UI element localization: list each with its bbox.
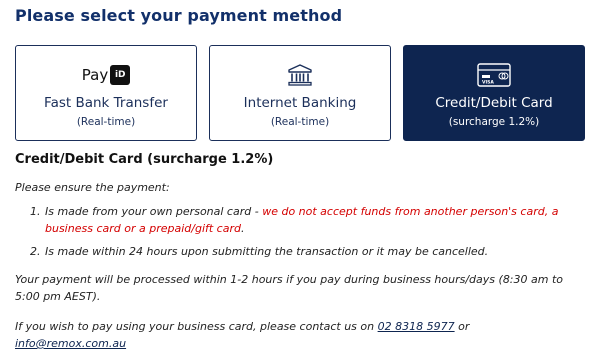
payment-method-page: Please select your payment method Pay iD… [0, 0, 599, 359]
phone-link[interactable]: 02 8318 5977 [378, 320, 455, 333]
payment-option-credit-debit-card[interactable]: VISA Credit/Debit Card (surcharge 1.2%) [403, 45, 585, 141]
contact-note: If you wish to pay using your business c… [15, 318, 585, 352]
payment-option-fast-bank-transfer[interactable]: Pay iD Fast Bank Transfer (Real-time) [15, 45, 197, 141]
payment-option-subtitle: (Real-time) [270, 116, 330, 128]
credit-card-icon: VISA [477, 63, 511, 87]
processing-note: Your payment will be processed within 1-… [15, 273, 564, 303]
payid-logo-text: Pay [81, 66, 109, 84]
list-item: 1. Is made from your own personal card -… [30, 203, 575, 237]
payment-option-title: Credit/Debit Card [435, 95, 553, 111]
payment-option-subtitle: (Real-time) [76, 116, 136, 128]
payment-option-title: Fast Bank Transfer [44, 95, 168, 111]
page-title: Please select your payment method [15, 6, 343, 25]
email-link[interactable]: info@remox.com.au [15, 337, 126, 350]
list-item-number: 2. [30, 245, 41, 258]
contact-text: If you wish to pay using your business c… [15, 320, 378, 333]
bank-icon [288, 64, 312, 86]
payid-logo: Pay iD [16, 62, 196, 88]
list-item-text: Is made from your own personal card - [45, 205, 263, 218]
payment-option-title: Internet Banking [243, 95, 357, 111]
payid-logo-badge: iD [110, 65, 131, 85]
details-intro: Please ensure the payment: [15, 181, 170, 194]
card-brand-text: VISA [482, 80, 494, 86]
payment-option-subtitle: (surcharge 1.2%) [448, 116, 540, 128]
list-item: 2. Is made within 24 hours upon submitti… [30, 243, 575, 260]
payment-option-internet-banking[interactable]: Internet Banking (Real-time) [209, 45, 391, 141]
requirements-list: 1. Is made from your own personal card -… [30, 203, 575, 260]
list-item-text: Is made within 24 hours upon submitting … [45, 245, 489, 258]
payid-icon: Pay iD [81, 65, 131, 85]
list-item-text-end: . [240, 222, 245, 235]
contact-text-or: or [454, 320, 470, 333]
details-title: Credit/Debit Card (surcharge 1.2%) [15, 152, 274, 167]
list-item-number: 1. [30, 205, 41, 218]
